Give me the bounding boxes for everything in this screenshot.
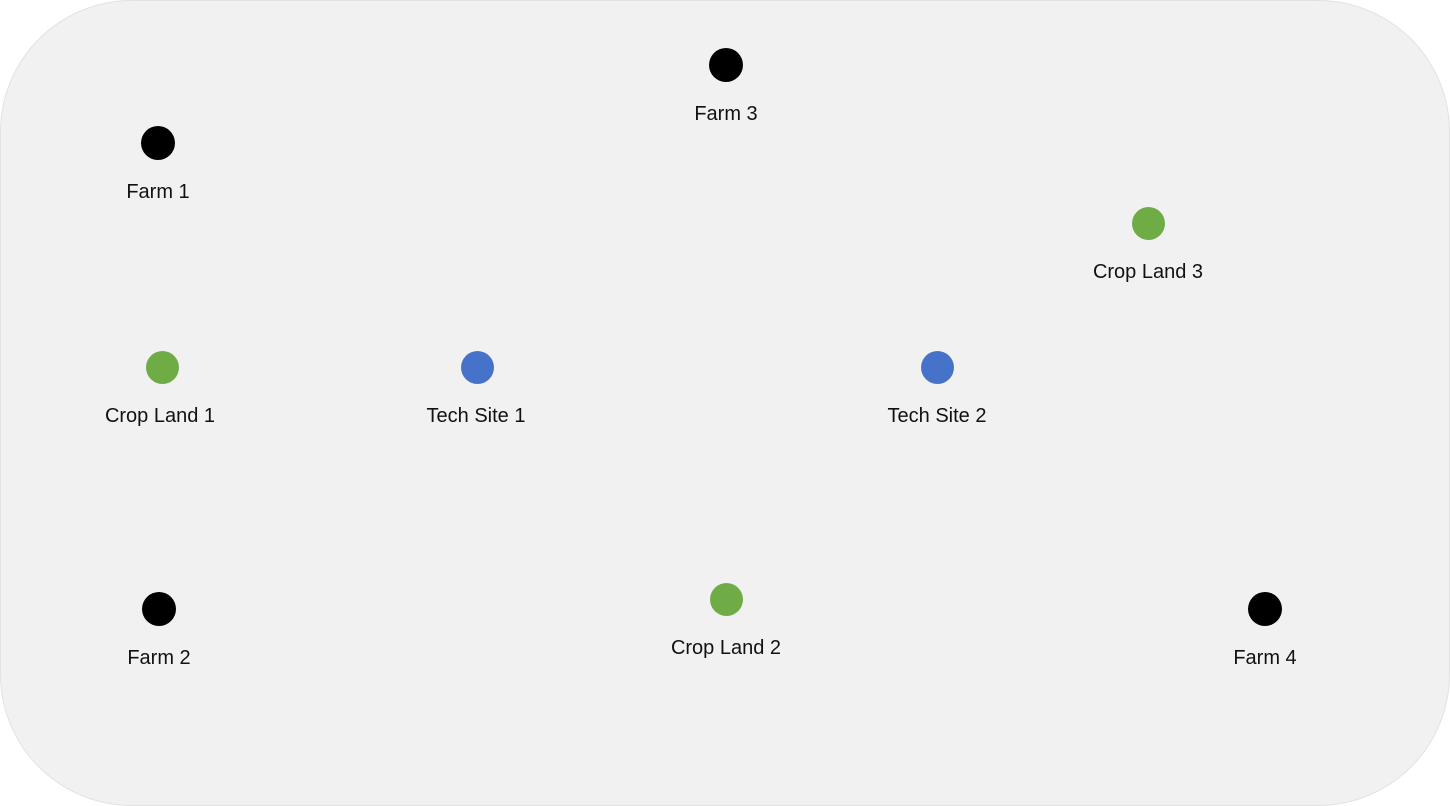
crop-land-2-label: Crop Land 2 — [670, 637, 782, 659]
farm-2-marker — [142, 592, 176, 626]
farm-2-label: Farm 2 — [127, 647, 191, 669]
tech-site-2-marker — [920, 350, 954, 384]
crop-land-1-marker — [145, 350, 179, 384]
crop-land-3-label: Crop Land 3 — [1092, 261, 1204, 283]
farm-1-marker — [141, 126, 175, 160]
tech-site-2-label: Tech Site 2 — [887, 405, 987, 427]
farm-4-marker — [1248, 592, 1282, 626]
crop-land-1-label: Crop Land 1 — [104, 405, 216, 427]
tech-site-1-label: Tech Site 1 — [426, 405, 526, 427]
farm-3-label: Farm 3 — [694, 103, 758, 125]
crop-land-3-marker — [1131, 206, 1165, 240]
farm-3-marker — [709, 48, 743, 82]
diagram-canvas: Farm 1 Farm 3 Crop Land 3 Crop Land 1 Te… — [0, 0, 1450, 806]
crop-land-2-marker — [709, 582, 743, 616]
farm-4-label: Farm 4 — [1233, 647, 1297, 669]
tech-site-1-marker — [460, 350, 494, 384]
farm-1-label: Farm 1 — [126, 181, 190, 203]
